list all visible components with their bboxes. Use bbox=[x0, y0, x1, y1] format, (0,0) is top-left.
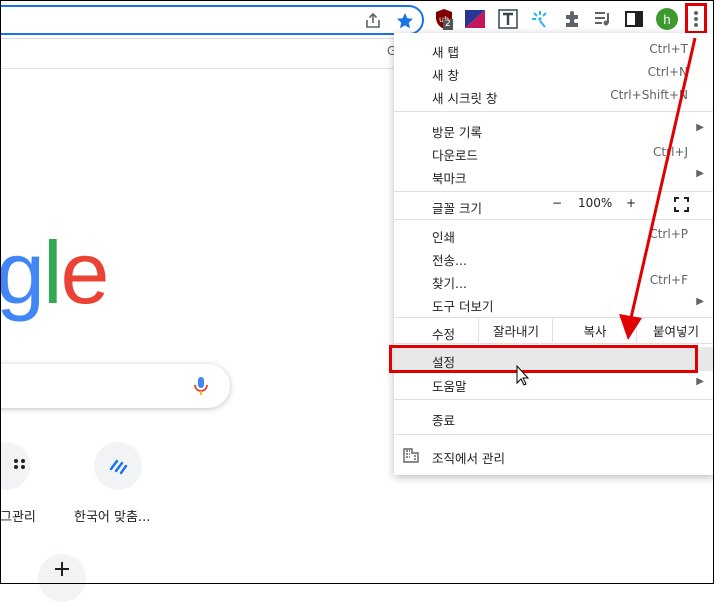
menu-item-label: 새 탭 bbox=[432, 45, 459, 60]
menu-item-label: 인쇄 bbox=[432, 230, 456, 245]
menu-item-incognito[interactable]: 새 시크릿 창 Ctrl+Shift+N bbox=[394, 84, 714, 107]
side-panel-icon[interactable] bbox=[622, 7, 646, 31]
shortcut-label[interactable]: 그관리 bbox=[0, 506, 36, 525]
menu-shortcut: Ctrl+F bbox=[649, 273, 688, 287]
menu-item-new-window[interactable]: 새 창 Ctrl+N bbox=[394, 61, 714, 84]
menu-separator bbox=[394, 191, 714, 192]
chevron-right-icon: ▶ bbox=[696, 168, 704, 179]
text-extension-icon[interactable] bbox=[496, 7, 520, 31]
shortcut-tile[interactable] bbox=[0, 442, 30, 490]
menu-item-managed-by-org[interactable]: 조직에서 관리 bbox=[394, 444, 714, 467]
menu-separator bbox=[394, 434, 714, 435]
dots-grid-icon bbox=[14, 459, 25, 469]
chevron-right-icon: ▶ bbox=[696, 122, 704, 133]
menu-item-label: 도구 더보기 bbox=[432, 299, 494, 314]
building-icon bbox=[403, 448, 419, 463]
extension-badge: 2 bbox=[443, 19, 453, 30]
cut-button[interactable]: 잘라내기 bbox=[478, 318, 553, 342]
menu-separator bbox=[394, 399, 714, 400]
bookmark-star-icon[interactable] bbox=[395, 11, 415, 31]
menu-separator bbox=[394, 219, 714, 220]
logo-letter-g: g bbox=[0, 223, 45, 322]
kebab-menu-button[interactable] bbox=[685, 3, 707, 34]
menu-item-bookmarks[interactable]: 북마크 ▶ bbox=[394, 164, 714, 187]
google-logo: gle bbox=[0, 222, 110, 324]
menu-separator bbox=[394, 111, 714, 112]
shortcut-label[interactable]: 한국어 맞춤... bbox=[74, 506, 150, 525]
menu-item-more-tools[interactable]: 도구 더보기 ▶ bbox=[394, 292, 714, 315]
logo-letter-e: e bbox=[60, 223, 110, 322]
menu-item-label: 종료 bbox=[432, 413, 456, 428]
menu-item-label: 새 시크릿 창 bbox=[432, 91, 498, 106]
ublock-icon[interactable]: ub 2 bbox=[432, 7, 456, 31]
media-queue-icon[interactable] bbox=[591, 7, 615, 31]
share-icon[interactable] bbox=[363, 11, 383, 31]
chevron-right-icon: ▶ bbox=[696, 296, 704, 307]
chevron-right-icon: ▶ bbox=[696, 376, 704, 387]
menu-item-new-tab[interactable]: 새 탭 Ctrl+T bbox=[394, 38, 714, 61]
zoom-in-button[interactable]: + bbox=[626, 196, 636, 210]
menu-shortcut: Ctrl+J bbox=[653, 145, 688, 159]
menu-item-label: 글꼴 크기 bbox=[432, 201, 482, 216]
add-shortcut-button[interactable] bbox=[38, 554, 86, 602]
plus-icon bbox=[55, 562, 69, 576]
shortcut-tile[interactable] bbox=[94, 442, 142, 490]
sparkle-extension-icon[interactable] bbox=[528, 7, 552, 31]
menu-item-exit[interactable]: 종료 bbox=[394, 406, 714, 429]
menu-item-label: 조직에서 관리 bbox=[432, 451, 505, 466]
kebab-menu-icon bbox=[694, 10, 698, 27]
avatar[interactable]: h bbox=[656, 8, 678, 30]
fullscreen-icon[interactable] bbox=[674, 197, 689, 212]
menu-item-print[interactable]: 인쇄 Ctrl+P bbox=[394, 223, 714, 246]
menu-item-cast[interactable]: 전송... bbox=[394, 246, 714, 269]
translate-arrows-icon bbox=[109, 459, 128, 475]
menu-shortcut: Ctrl+Shift+N bbox=[610, 88, 688, 102]
paste-button[interactable]: 붙여넣기 bbox=[636, 318, 714, 342]
logo-letter-l: l bbox=[42, 223, 63, 322]
menu-item-label: 방문 기록 bbox=[432, 125, 482, 140]
menu-item-label: 새 창 bbox=[432, 68, 459, 83]
color-extension-icon[interactable] bbox=[463, 7, 487, 31]
zoom-level: 100% bbox=[578, 196, 613, 210]
menu-separator bbox=[394, 343, 714, 344]
address-bar[interactable] bbox=[0, 5, 424, 35]
menu-item-label: 다운로드 bbox=[432, 148, 479, 163]
menu-item-label: 도움말 bbox=[432, 379, 467, 394]
menu-shortcut: Ctrl+T bbox=[649, 42, 688, 56]
annotation-highlight-box bbox=[389, 345, 698, 373]
menu-item-downloads[interactable]: 다운로드 Ctrl+J bbox=[394, 141, 714, 164]
microphone-icon[interactable] bbox=[193, 376, 209, 396]
menu-shortcut: Ctrl+P bbox=[649, 227, 688, 241]
menu-shortcut: Ctrl+N bbox=[647, 65, 688, 79]
divider bbox=[0, 68, 395, 69]
puzzle-icon[interactable] bbox=[560, 7, 584, 31]
menu-item-label: 찾기... bbox=[432, 276, 467, 291]
zoom-out-button[interactable]: − bbox=[552, 196, 562, 210]
menu-item-history[interactable]: 방문 기록 ▶ bbox=[394, 118, 714, 141]
chrome-main-menu: 새 탭 Ctrl+T 새 창 Ctrl+N 새 시크릿 창 Ctrl+Shift… bbox=[394, 33, 714, 475]
copy-button[interactable]: 복사 bbox=[552, 318, 637, 342]
menu-item-label: 전송... bbox=[432, 253, 467, 268]
menu-item-label: 북마크 bbox=[432, 171, 467, 186]
menu-item-find[interactable]: 찾기... Ctrl+F bbox=[394, 269, 714, 292]
menu-item-help[interactable]: 도움말 ▶ bbox=[394, 372, 714, 395]
menu-item-label: 수정 bbox=[432, 327, 456, 342]
